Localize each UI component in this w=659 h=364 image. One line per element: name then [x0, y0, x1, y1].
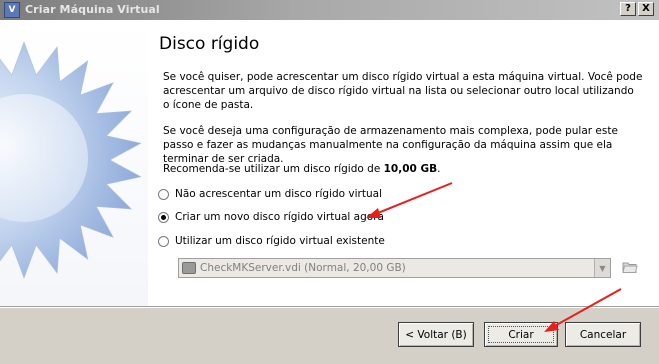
- intro-paragraph: Se você quiser, pode acrescentar um disc…: [163, 71, 643, 111]
- window-title: Criar Máquina Virtual: [25, 3, 160, 16]
- wizard-page: Disco rígido Se você quiser, pode acresc…: [148, 20, 659, 306]
- wizard-side-image: [0, 20, 148, 306]
- radio-label: Não acrescentar um disco rígido virtual: [175, 188, 382, 200]
- choose-disk-folder-button[interactable]: [621, 258, 639, 276]
- radio-button[interactable]: [158, 188, 169, 200]
- footer-separator: [0, 306, 659, 308]
- radio-label: Criar um novo disco rígido virtual agora: [175, 211, 384, 223]
- radio-button-selected[interactable]: [158, 211, 169, 223]
- radio-use-existing-disk[interactable]: Utilizar um disco rígido virtual existen…: [158, 233, 385, 249]
- close-button[interactable]: X: [638, 2, 654, 16]
- existing-disk-select[interactable]: CheckMKServer.vdi (Normal, 20,00 GB) ▼: [178, 258, 611, 278]
- chevron-down-icon[interactable]: ▼: [594, 259, 610, 277]
- back-button[interactable]: < Voltar (B): [398, 322, 474, 347]
- advanced-paragraph: Se você deseja uma configuração de armaz…: [163, 125, 618, 165]
- hard-disk-icon: [182, 262, 196, 274]
- title-bar: V Criar Máquina Virtual ? X: [0, 0, 659, 20]
- starburst-graphic: [0, 20, 148, 306]
- folder-open-icon: [622, 262, 638, 273]
- radio-dot: [161, 214, 166, 220]
- radio-no-disk[interactable]: Não acrescentar um disco rígido virtual: [158, 186, 382, 202]
- cancel-button[interactable]: Cancelar: [565, 322, 641, 347]
- recommendation-prefix: Recomenda-se utilizar um disco rígido de: [163, 163, 384, 175]
- radio-create-new-disk[interactable]: Criar um novo disco rígido virtual agora: [158, 209, 384, 225]
- create-button[interactable]: Criar: [484, 322, 558, 347]
- virtualbox-icon: V: [4, 2, 20, 18]
- existing-disk-value: CheckMKServer.vdi (Normal, 20,00 GB): [200, 262, 406, 274]
- page-title: Disco rígido: [159, 34, 260, 54]
- recommended-size: 10,00 GB: [383, 163, 438, 175]
- recommendation-suffix: .: [437, 163, 441, 175]
- radio-label: Utilizar um disco rígido virtual existen…: [175, 235, 385, 247]
- recommendation-text: Recomenda-se utilizar um disco rígido de…: [163, 162, 643, 176]
- radio-button[interactable]: [158, 235, 169, 247]
- help-button[interactable]: ?: [620, 2, 636, 16]
